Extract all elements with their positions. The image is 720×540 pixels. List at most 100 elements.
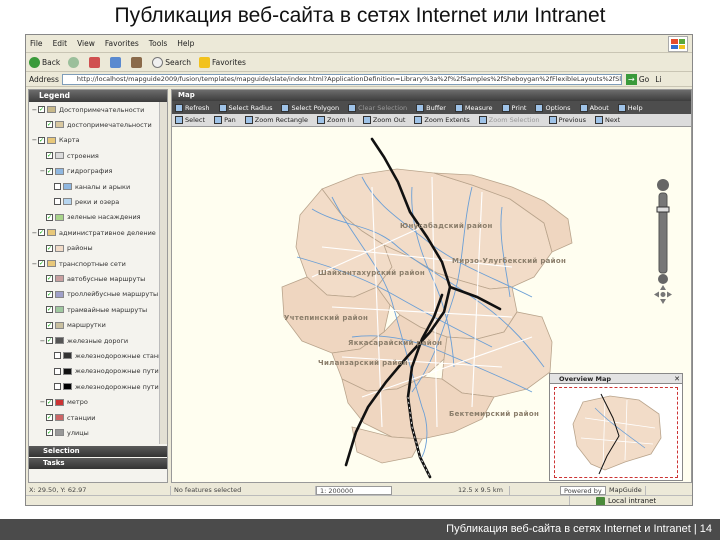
layer-visibility-checkbox[interactable]: ✓ [46, 290, 53, 298]
layer-visibility-checkbox[interactable]: ✓ [46, 429, 53, 437]
menu-help[interactable]: Help [177, 39, 194, 48]
layer-visibility-checkbox[interactable]: ✓ [38, 260, 45, 267]
legend-item[interactable]: железнодорожные пути [29, 366, 159, 377]
zoom-selection-button[interactable]: Zoom Selection [478, 116, 540, 124]
select-button[interactable]: Select [175, 116, 205, 124]
overview-map[interactable]: Overview Map ✕ [549, 373, 683, 481]
zoom-slider[interactable] [658, 192, 668, 274]
legend-item[interactable]: ✓ станции [29, 412, 95, 423]
legend-item[interactable]: ✓ маршрутки [29, 320, 106, 331]
layer-visibility-checkbox[interactable] [54, 352, 61, 360]
layer-visibility-checkbox[interactable]: ✓ [38, 136, 45, 144]
legend-scrollbar[interactable] [159, 102, 167, 444]
previous-view-button[interactable]: Previous [548, 116, 586, 124]
legend-item[interactable]: железнодорожные станции [29, 350, 167, 361]
close-icon[interactable]: ✕ [674, 374, 680, 384]
expand-toggle-icon[interactable]: − [39, 337, 46, 345]
menu-file[interactable]: File [30, 39, 43, 48]
menu-favorites[interactable]: Favorites [105, 39, 139, 48]
zoom-rectangle-button[interactable]: Zoom Rectangle [244, 116, 308, 124]
layer-visibility-checkbox[interactable]: ✓ [46, 306, 53, 314]
map-canvas[interactable]: Юнусабадский район Мирзо-Улугбекский рай… [172, 127, 691, 482]
legend-item[interactable]: ✓ зеленые насаждения [29, 212, 141, 223]
favorites-button[interactable]: Favorites [199, 57, 246, 68]
layer-visibility-checkbox[interactable]: ✓ [46, 244, 53, 252]
layer-visibility-checkbox[interactable] [54, 383, 61, 391]
buffer-button[interactable]: Buffer [416, 103, 446, 112]
legend-header[interactable]: Legend [29, 90, 167, 102]
zoom-in-button[interactable]: Zoom In [316, 116, 354, 124]
expand-toggle-icon[interactable]: − [31, 136, 38, 144]
forward-button[interactable] [68, 57, 81, 68]
legend-item[interactable]: ✓ улицы [29, 427, 89, 438]
layer-visibility-checkbox[interactable] [54, 183, 61, 190]
layer-visibility-checkbox[interactable]: ✓ [46, 337, 53, 344]
legend-item[interactable]: − ✓ гидрография [29, 166, 113, 177]
zoom-in-icon[interactable] [657, 179, 669, 191]
pan-button[interactable]: Pan [214, 116, 236, 124]
legend-item[interactable]: ✓ троллейбусные маршруты [29, 289, 158, 300]
layer-visibility-checkbox[interactable]: ✓ [46, 398, 53, 406]
address-input[interactable]: http://localhost/mapguide2009/fusion/tem… [61, 74, 622, 85]
expand-toggle-icon[interactable]: − [31, 260, 38, 268]
layer-visibility-checkbox[interactable]: ✓ [38, 229, 45, 237]
expand-toggle-icon[interactable]: − [39, 398, 46, 406]
layer-visibility-checkbox[interactable]: ✓ [46, 152, 53, 160]
layer-visibility-checkbox[interactable]: ✓ [46, 275, 53, 283]
expand-toggle-icon[interactable]: − [39, 167, 46, 175]
layer-visibility-checkbox[interactable]: ✓ [46, 321, 53, 329]
zoom-slider-handle[interactable] [656, 206, 670, 213]
legend-item[interactable]: каналы и арыки [29, 181, 130, 192]
selection-panel-header[interactable]: Selection [29, 446, 167, 457]
menu-edit[interactable]: Edit [53, 39, 68, 48]
about-button[interactable]: About [579, 103, 609, 112]
legend-item[interactable]: ✓ строения [29, 150, 99, 161]
zoom-out-button[interactable]: Zoom Out [362, 116, 405, 124]
expand-toggle-icon[interactable]: − [31, 229, 38, 237]
legend-item[interactable]: ✓ автобусные маршруты [29, 273, 145, 284]
pan-arrows-icon[interactable] [654, 285, 672, 304]
layer-visibility-checkbox[interactable]: ✓ [46, 414, 53, 421]
legend-item[interactable]: − ✓ административное деление [29, 227, 156, 238]
legend-item[interactable]: железнодорожные пути [29, 381, 159, 392]
menu-tools[interactable]: Tools [149, 39, 167, 48]
expand-toggle-icon[interactable]: − [31, 106, 38, 114]
stop-button[interactable] [89, 57, 102, 68]
layer-visibility-checkbox[interactable]: ✓ [46, 213, 53, 221]
layer-visibility-checkbox[interactable] [54, 367, 61, 375]
links-label[interactable]: Li [655, 75, 661, 84]
refresh-button[interactable] [110, 57, 123, 68]
legend-item[interactable]: ✓ районы [29, 243, 93, 254]
overview-map-canvas[interactable] [554, 387, 678, 478]
legend-item[interactable]: ✓ достопримечательности [29, 119, 152, 130]
options-button[interactable]: Options [535, 103, 571, 112]
select-radius-button[interactable]: Select Radius [218, 103, 272, 112]
search-button[interactable]: Search [152, 57, 191, 68]
legend-item[interactable]: реки и озера [29, 196, 119, 207]
help-button[interactable]: Help [617, 103, 643, 112]
measure-button[interactable]: Measure [454, 103, 493, 112]
next-view-button[interactable]: Next [595, 116, 620, 124]
go-button[interactable]: → Go [625, 74, 649, 85]
legend-item[interactable]: − ✓ Карта [29, 135, 80, 146]
zoom-extents-button[interactable]: Zoom Extents [414, 116, 470, 124]
legend-item[interactable]: − ✓ транспортные сети [29, 258, 126, 269]
home-button[interactable] [131, 57, 144, 68]
print-button[interactable]: Print [501, 103, 526, 112]
legend-item[interactable]: − ✓ метро [29, 397, 88, 408]
legend-item[interactable]: − ✓ Достопримечательности [29, 104, 145, 115]
layer-visibility-checkbox[interactable]: ✓ [38, 106, 45, 113]
layer-visibility-checkbox[interactable]: ✓ [46, 167, 53, 175]
refresh-button[interactable]: Refresh [175, 103, 210, 112]
select-polygon-button[interactable]: Select Polygon [281, 103, 339, 112]
layer-visibility-checkbox[interactable] [54, 198, 61, 206]
legend-item[interactable]: − ✓ железные дороги [29, 335, 128, 346]
layer-visibility-checkbox[interactable]: ✓ [46, 121, 53, 129]
clear-selection-button[interactable]: Clear Selection [348, 103, 407, 112]
tasks-panel-header[interactable]: Tasks [29, 458, 167, 469]
scale-input[interactable]: 1: 200000 [316, 485, 392, 495]
back-button[interactable]: Back [29, 57, 60, 68]
legend-item[interactable]: ✓ трамвайные маршруты [29, 304, 147, 315]
menu-view[interactable]: View [77, 39, 95, 48]
zoom-out-icon[interactable] [658, 274, 668, 284]
